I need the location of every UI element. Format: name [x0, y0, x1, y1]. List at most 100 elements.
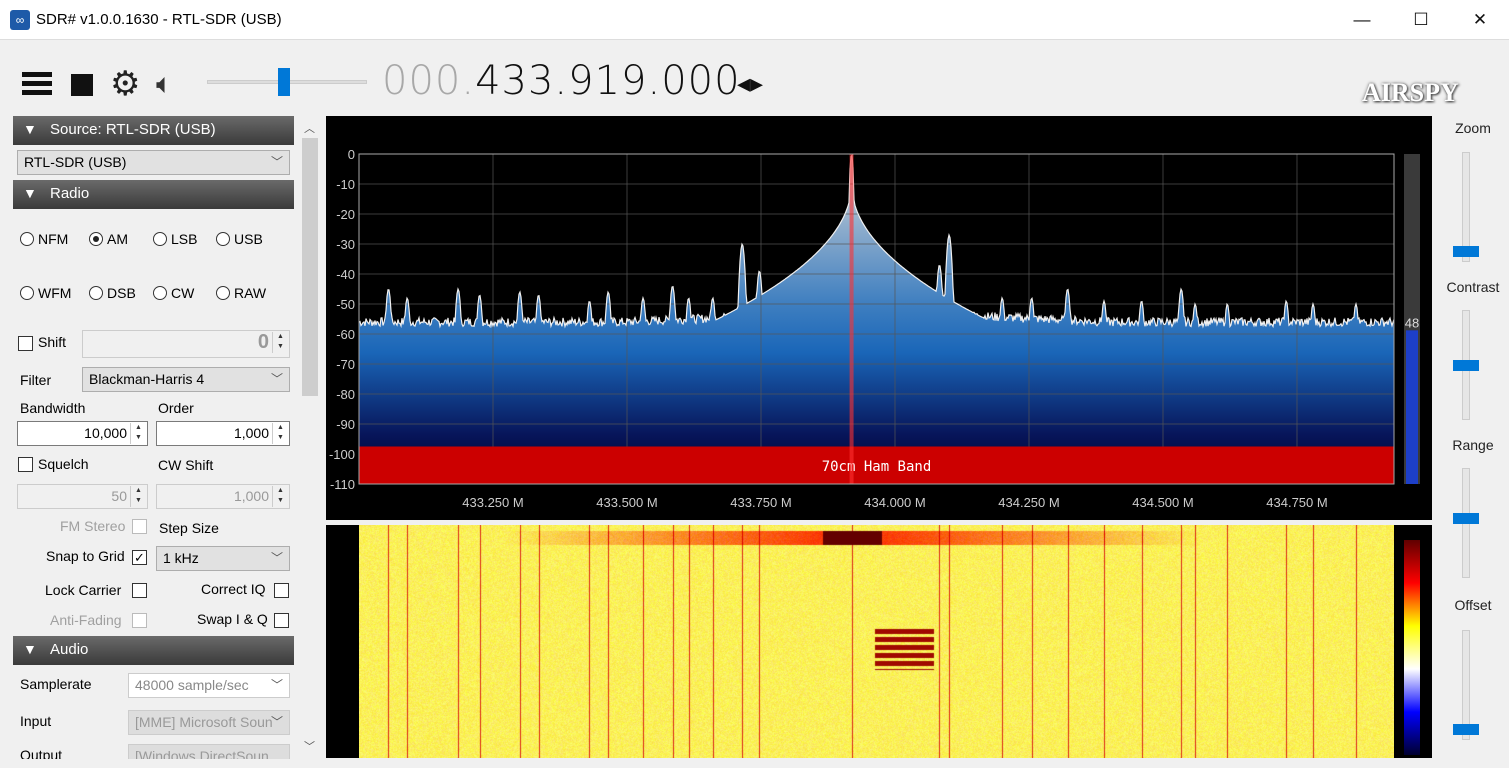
x-tick-label: 434.750 M: [1266, 495, 1327, 510]
mode-radio-dsb[interactable]: DSB: [89, 285, 136, 301]
stepsize-label: Step Size: [159, 520, 219, 536]
mode-label: WFM: [38, 285, 71, 301]
level-meter-value: 48: [1405, 315, 1419, 330]
filter-select[interactable]: Blackman-Harris 4 ﹀: [82, 367, 290, 392]
radio-button[interactable]: [89, 286, 103, 300]
radio-button[interactable]: [153, 286, 167, 300]
samplerate-label: Samplerate: [20, 676, 92, 692]
slider-thumb[interactable]: [1453, 246, 1479, 257]
mode-label: DSB: [107, 285, 136, 301]
fmstereo-label: FM Stereo: [60, 518, 125, 534]
radio-button[interactable]: [20, 286, 34, 300]
x-tick-label: 434.000 M: [864, 495, 925, 510]
maximize-button[interactable]: ☐: [1406, 8, 1436, 32]
waterfall[interactable]: [326, 525, 1432, 758]
mode-radio-wfm[interactable]: WFM: [20, 285, 71, 301]
y-tick-label: -40: [336, 267, 355, 282]
radio-button[interactable]: [216, 232, 230, 246]
stepsize-select[interactable]: 1 kHz ﹀: [156, 546, 290, 571]
radio-button[interactable]: [89, 232, 103, 246]
radio-button[interactable]: [216, 286, 230, 300]
slider-thumb[interactable]: [1453, 513, 1479, 524]
radio-button[interactable]: [20, 232, 34, 246]
shift-input[interactable]: 0 ▲ ▼: [82, 330, 290, 358]
radio-section-header[interactable]: ▼ Radio: [13, 180, 294, 209]
cwshift-label: CW Shift: [158, 457, 213, 473]
stop-icon[interactable]: [71, 74, 93, 96]
mode-radio-lsb[interactable]: LSB: [153, 231, 197, 247]
mode-label: RAW: [234, 285, 266, 301]
frequency-display[interactable]: 000.433.919.000: [382, 58, 741, 104]
scroll-up-icon[interactable]: ︿: [304, 120, 315, 136]
mode-label: LSB: [171, 231, 197, 247]
speaker-icon[interactable]: 🔈︎: [156, 68, 173, 100]
swapiq-label: Swap I & Q: [197, 611, 268, 627]
y-tick-label: -110: [330, 477, 355, 492]
zoom-slider[interactable]: [1444, 152, 1488, 262]
close-button[interactable]: ✕: [1465, 8, 1495, 32]
squelch-checkbox[interactable]: [18, 457, 33, 472]
antifading-checkbox[interactable]: [132, 613, 147, 628]
squelch-label: Squelch: [38, 456, 89, 472]
x-tick-label: 433.500 M: [596, 495, 657, 510]
snap-checkbox[interactable]: ✓: [132, 550, 147, 565]
slider-thumb[interactable]: [1453, 724, 1479, 735]
source-section-header[interactable]: ▼ Source: RTL-SDR (USB): [13, 116, 294, 145]
audio-section-header[interactable]: ▼ Audio: [13, 636, 294, 665]
output-row: Output [Windows DirectSoun: [0, 744, 300, 759]
squelch-input[interactable]: 50 ▲ ▼: [17, 484, 148, 509]
mode-radio-raw[interactable]: RAW: [216, 285, 266, 301]
contrast-slider[interactable]: [1444, 310, 1488, 420]
mode-radio-cw[interactable]: CW: [153, 285, 194, 301]
fmstereo-checkbox[interactable]: [132, 519, 147, 534]
x-tick-label: 433.250 M: [462, 495, 523, 510]
input-select[interactable]: [MME] Microsoft Soun ﹀: [128, 710, 290, 735]
tuning-marker: [850, 154, 854, 484]
swapiq-checkbox[interactable]: [274, 613, 289, 628]
mode-radio-usb[interactable]: USB: [216, 231, 263, 247]
scroll-down-icon[interactable]: ﹀: [304, 738, 315, 754]
waterfall-colorbar: [1404, 540, 1420, 755]
lockcarrier-checkbox[interactable]: [132, 583, 147, 598]
cwshift-input[interactable]: 1,000 ▲ ▼: [156, 484, 290, 509]
range-slider[interactable]: [1444, 468, 1488, 578]
order-label: Order: [158, 400, 194, 416]
mode-radio-am[interactable]: AM: [89, 231, 128, 247]
bandwidth-label: Bandwidth: [20, 400, 85, 416]
correctiq-label: Correct IQ: [201, 581, 266, 597]
output-select[interactable]: [Windows DirectSoun: [128, 744, 290, 759]
radio-button[interactable]: [153, 232, 167, 246]
y-tick-label: 0: [348, 147, 355, 162]
y-tick-label: -100: [329, 447, 355, 462]
x-tick-label: 434.500 M: [1132, 495, 1193, 510]
shift-checkbox[interactable]: [18, 336, 33, 351]
gear-icon[interactable]: ⚙: [110, 66, 140, 102]
antifading-label: Anti-Fading: [50, 612, 122, 628]
mode-label: CW: [171, 285, 194, 301]
minimize-button[interactable]: —: [1347, 8, 1377, 32]
source-device-select[interactable]: RTL-SDR (USB) ﹀: [17, 150, 290, 175]
scrollbar-thumb[interactable]: [302, 138, 318, 396]
slider-thumb[interactable]: [1453, 360, 1479, 371]
app-icon: ∞: [10, 10, 30, 30]
mode-label: NFM: [38, 231, 68, 247]
menu-icon[interactable]: [22, 68, 52, 100]
spectrum-plot[interactable]: 0 -10 -20 -30 -40 -50 -60 -70 -80 -90 -100 -110 433.…: [326, 116, 1432, 520]
airspy-logo: AIRSPY: [1362, 78, 1459, 108]
waterfall-canvas[interactable]: [359, 525, 1394, 758]
left-panel-scrollbar[interactable]: ︿ ﹀: [300, 118, 320, 760]
samplerate-select[interactable]: 48000 sample/sec ﹀: [128, 673, 290, 698]
order-input[interactable]: 1,000 ▲ ▼: [156, 421, 290, 446]
zoom-label: Zoom: [1437, 120, 1509, 136]
correctiq-checkbox[interactable]: [274, 583, 289, 598]
offset-slider[interactable]: [1444, 630, 1488, 740]
tune-arrows-icon[interactable]: ◂▸: [737, 68, 763, 99]
y-tick-label: -10: [336, 177, 355, 192]
y-tick-label: -70: [336, 357, 355, 372]
snap-label: Snap to Grid: [46, 548, 125, 564]
y-tick-label: -60: [336, 327, 355, 342]
mode-radio-nfm[interactable]: NFM: [20, 231, 68, 247]
bandwidth-input[interactable]: 10,000 ▲ ▼: [17, 421, 148, 446]
spectrum-analyzer[interactable]: 0 -10 -20 -30 -40 -50 -60 -70 -80 -90 -100 -110 433.…: [326, 116, 1432, 520]
volume-slider[interactable]: [207, 62, 367, 102]
